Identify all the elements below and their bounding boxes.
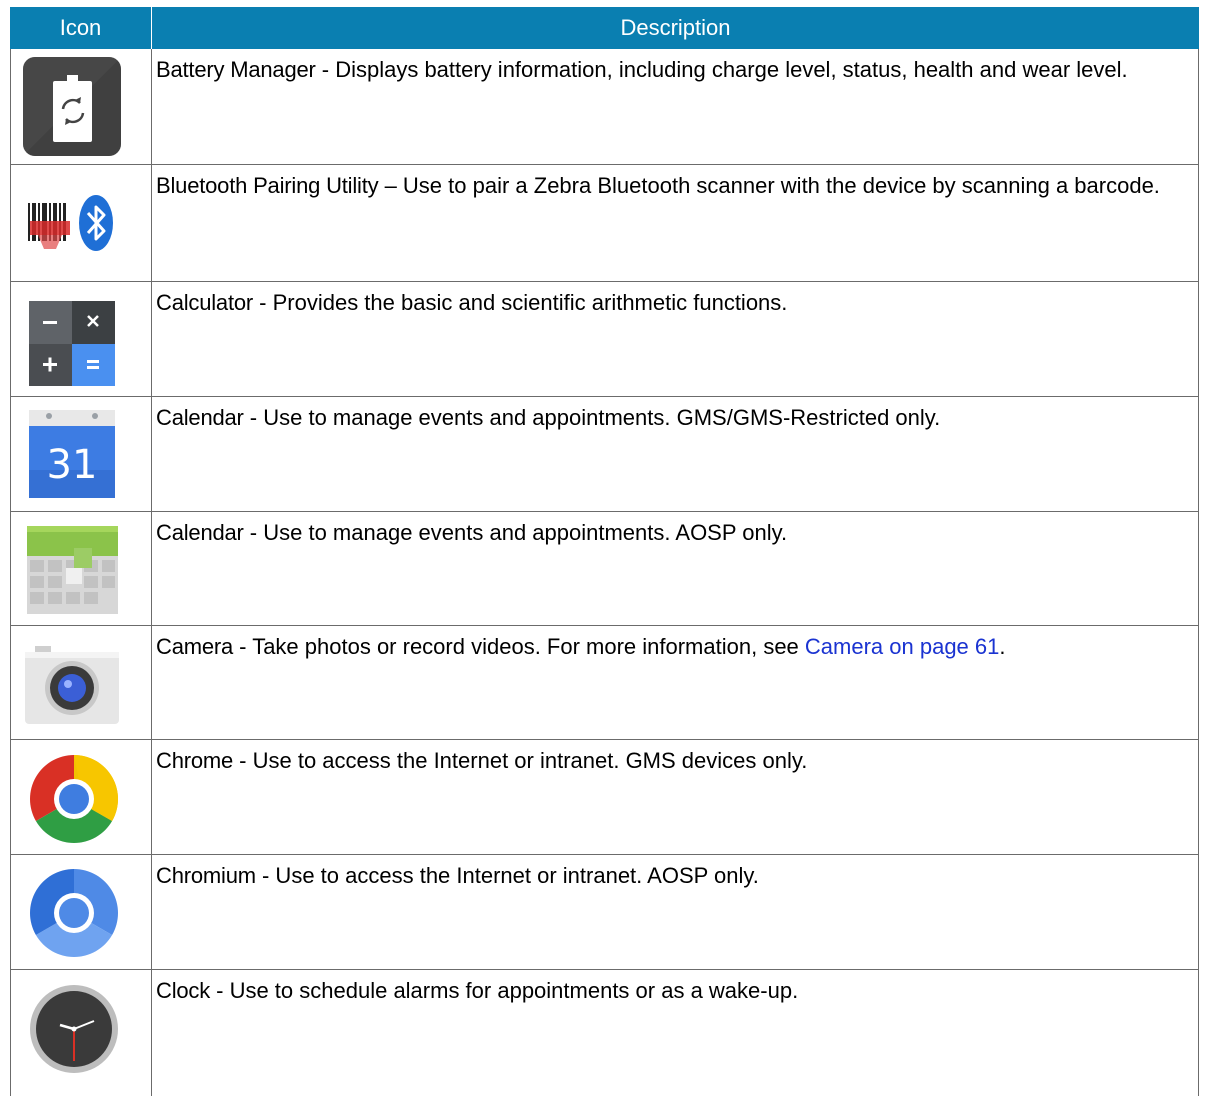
- description-cell: Camera - Take photos or record videos. F…: [152, 626, 1199, 739]
- app-description: - Take photos or record videos. For more…: [233, 634, 805, 659]
- app-name: Battery Manager: [156, 57, 316, 82]
- calculator-icon: [29, 301, 115, 386]
- app-name: Clock: [156, 978, 211, 1003]
- table-row: Chrome - Use to access the Internet or i…: [10, 740, 1199, 855]
- app-name: Chrome: [156, 748, 234, 773]
- chromium-icon: [30, 869, 118, 957]
- app-name: Calendar: [156, 520, 244, 545]
- description-cell: Battery Manager - Displays battery infor…: [152, 49, 1199, 164]
- camera-page-link[interactable]: Camera on page 61: [805, 634, 999, 659]
- icon-column-header: Icon: [10, 7, 152, 49]
- description-cell: Clock - Use to schedule alarms for appoi…: [152, 970, 1199, 1096]
- description-cell: Bluetooth Pairing Utility – Use to pair …: [152, 165, 1199, 281]
- table-row: 31 Calendar - Use to manage events and a…: [10, 397, 1199, 512]
- app-description: - Use to access the Internet or intranet…: [255, 863, 759, 888]
- table-header: Icon Description: [10, 7, 1199, 49]
- icon-cell: [10, 740, 152, 854]
- table-row: Camera - Take photos or record videos. F…: [10, 626, 1199, 740]
- battery-manager-icon: [23, 57, 121, 156]
- app-name: Camera: [156, 634, 234, 659]
- table-row: Battery Manager - Displays battery infor…: [10, 49, 1199, 165]
- app-name: Calendar: [156, 405, 244, 430]
- app-description: - Provides the basic and scientific arit…: [253, 290, 788, 315]
- icon-cell: [10, 165, 152, 281]
- table-row: Clock - Use to schedule alarms for appoi…: [10, 970, 1199, 1096]
- app-description: - Use to access the Internet or intranet…: [233, 748, 808, 773]
- description-cell: Calculator - Provides the basic and scie…: [152, 282, 1199, 396]
- clock-icon: [30, 985, 118, 1073]
- icon-cell: [10, 49, 152, 164]
- description-cell: Calendar - Use to manage events and appo…: [152, 397, 1199, 511]
- google-calendar-icon: 31: [29, 410, 115, 498]
- apps-table: Icon Description Battery Manager - Displ…: [10, 7, 1199, 1096]
- app-name: Calculator: [156, 290, 254, 315]
- description-cell: Chromium - Use to access the Internet or…: [152, 855, 1199, 969]
- icon-cell: [10, 626, 152, 739]
- camera-icon: [25, 646, 119, 724]
- calendar-date-label: 31: [47, 442, 98, 488]
- icon-cell: 31: [10, 397, 152, 511]
- icon-cell: [10, 282, 152, 396]
- description-column-header: Description: [620, 15, 731, 40]
- app-description: - Displays battery information, includin…: [315, 57, 1128, 82]
- icon-cell: [10, 512, 152, 625]
- app-description: - Use to schedule alarms for appointment…: [210, 978, 799, 1003]
- app-description: - Use to manage events and appointments.…: [243, 405, 941, 430]
- app-description: - Use to manage events and appointments.…: [243, 520, 788, 545]
- table-row: Chromium - Use to access the Internet or…: [10, 855, 1199, 970]
- description-cell: Calendar - Use to manage events and appo…: [152, 512, 1199, 625]
- table-row: Bluetooth Pairing Utility – Use to pair …: [10, 165, 1199, 282]
- app-name: Bluetooth Pairing Utility: [156, 173, 379, 198]
- chrome-icon: [30, 755, 118, 843]
- app-name: Chromium: [156, 863, 256, 888]
- sentence-end: .: [999, 634, 1006, 659]
- icon-cell: [10, 970, 152, 1096]
- aosp-calendar-icon: [27, 526, 118, 614]
- app-description: – Use to pair a Zebra Bluetooth scanner …: [378, 173, 1160, 198]
- table-row: Calendar - Use to manage events and appo…: [10, 512, 1199, 626]
- description-cell: Chrome - Use to access the Internet or i…: [152, 740, 1199, 854]
- table-row: Calculator - Provides the basic and scie…: [10, 282, 1199, 397]
- icon-cell: [10, 855, 152, 969]
- bluetooth-barcode-icon: [28, 195, 113, 251]
